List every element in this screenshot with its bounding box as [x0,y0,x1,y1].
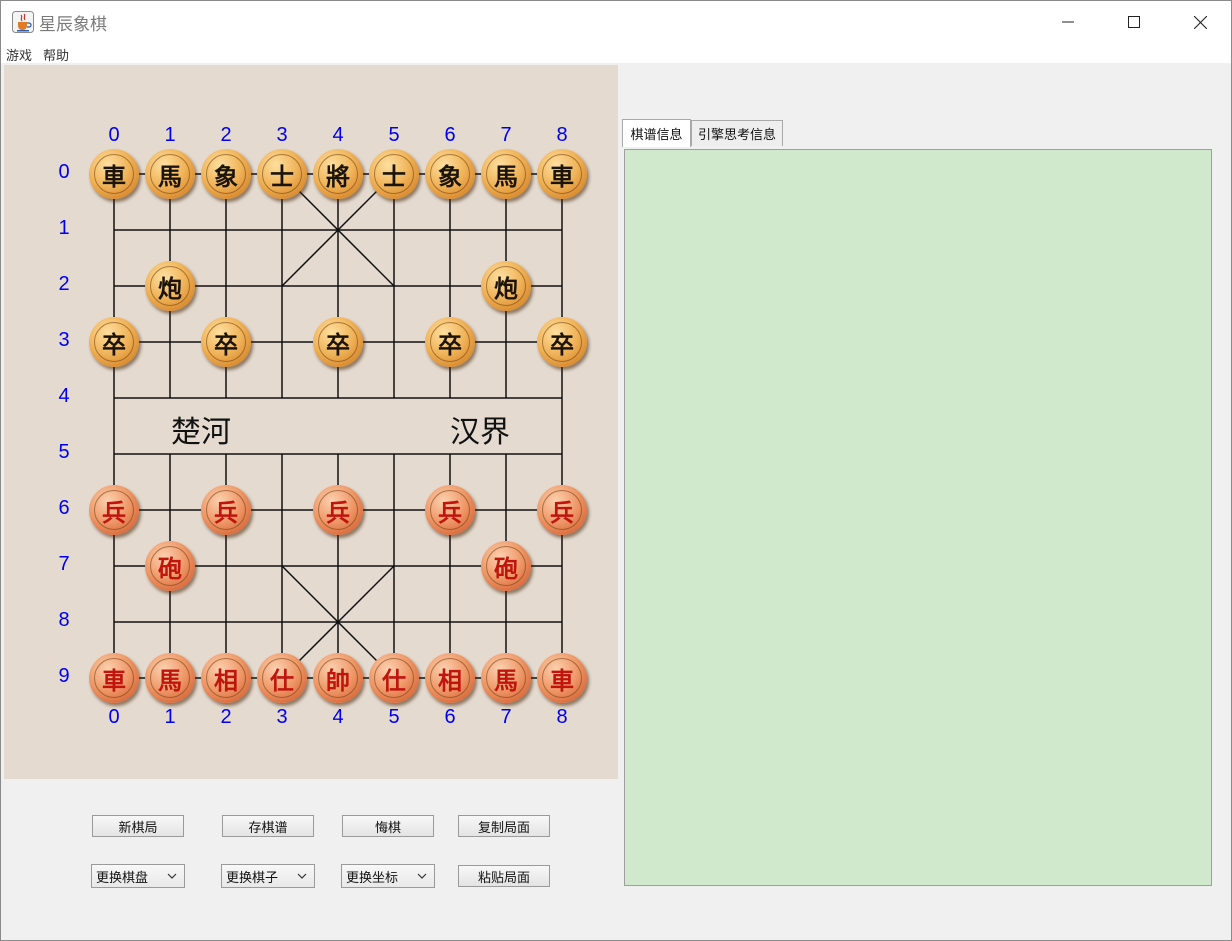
minimize-button[interactable] [1035,1,1101,43]
col-label-bottom: 6 [444,706,456,728]
col-label-bottom: 7 [500,706,512,728]
row-label: 4 [58,385,70,407]
piece-black[interactable]: 士 [369,149,419,199]
row-label: 0 [58,161,70,183]
title-bar[interactable]: 星辰象棋 [1,1,1231,43]
piece-red[interactable]: 相 [425,653,475,703]
change-pieces-label: 更换棋子 [226,870,279,886]
row-label: 2 [58,273,70,295]
piece-black[interactable]: 卒 [537,317,587,367]
paste-position-button[interactable]: 粘贴局面 [458,865,550,887]
piece-red[interactable]: 兵 [537,485,587,535]
maximize-button[interactable] [1101,1,1167,43]
piece-red[interactable]: 仕 [369,653,419,703]
piece-red[interactable]: 兵 [201,485,251,535]
col-label-bottom: 1 [164,706,176,728]
piece-black[interactable]: 馬 [145,149,195,199]
change-coords-select[interactable]: 更换坐标 [341,864,435,888]
col-label-bottom: 2 [220,706,232,728]
col-label-top: 0 [108,124,120,146]
maximize-icon [1128,16,1140,28]
piece-red[interactable]: 車 [89,653,139,703]
piece-black[interactable]: 象 [425,149,475,199]
piece-red[interactable]: 兵 [425,485,475,535]
piece-black[interactable]: 卒 [313,317,363,367]
piece-black[interactable]: 卒 [201,317,251,367]
change-board-label: 更换棋盘 [96,870,149,886]
piece-red[interactable]: 馬 [481,653,531,703]
chevron-down-icon [167,873,177,879]
piece-red[interactable]: 兵 [89,485,139,535]
piece-black[interactable]: 卒 [89,317,139,367]
row-label: 5 [58,441,70,463]
change-pieces-select[interactable]: 更换棋子 [221,864,315,888]
piece-black[interactable]: 卒 [425,317,475,367]
col-label-top: 8 [556,124,568,146]
row-label: 1 [58,217,70,239]
window-title: 星辰象棋 [39,15,107,35]
piece-black[interactable]: 象 [201,149,251,199]
col-label-top: 5 [388,124,400,146]
piece-red[interactable]: 車 [537,653,587,703]
piece-black[interactable]: 車 [537,149,587,199]
app-window: 星辰象棋 游戏 帮助 楚河 汉界 0 0 1 1 2 2 3 3 4 4 5 5 6 6 7 7 8 8 0 1 2 3 4… [0,0,1232,941]
chevron-down-icon [297,873,307,879]
tab-engine-info[interactable]: 引擎思考信息 [691,120,783,146]
menu-bar: 游戏 帮助 [1,43,1231,64]
col-label-top: 4 [332,124,344,146]
new-game-button[interactable]: 新棋局 [92,815,184,837]
piece-black[interactable]: 馬 [481,149,531,199]
piece-red[interactable]: 砲 [145,541,195,591]
col-label-bottom: 8 [556,706,568,728]
piece-black[interactable]: 車 [89,149,139,199]
menu-game[interactable]: 游戏 [6,45,32,64]
piece-red[interactable]: 砲 [481,541,531,591]
piece-black[interactable]: 將 [313,149,363,199]
row-label: 8 [58,609,70,631]
piece-black[interactable]: 炮 [145,261,195,311]
close-icon [1193,15,1207,29]
row-label: 6 [58,497,70,519]
close-button[interactable] [1167,1,1232,43]
col-label-top: 2 [220,124,232,146]
piece-black[interactable]: 士 [257,149,307,199]
java-cup-icon [12,11,34,33]
piece-red[interactable]: 馬 [145,653,195,703]
copy-position-button[interactable]: 复制局面 [458,815,550,837]
piece-red[interactable]: 兵 [313,485,363,535]
piece-red[interactable]: 仕 [257,653,307,703]
col-label-top: 3 [276,124,288,146]
row-label: 3 [58,329,70,351]
col-label-top: 6 [444,124,456,146]
piece-red[interactable]: 相 [201,653,251,703]
col-label-bottom: 3 [276,706,288,728]
river-label-chu: 楚河 [171,415,231,450]
col-label-top: 7 [500,124,512,146]
tab-game-record[interactable]: 棋谱信息 [622,119,691,147]
chevron-down-icon [417,873,427,879]
menu-help[interactable]: 帮助 [43,45,69,64]
col-label-bottom: 0 [108,706,120,728]
piece-black[interactable]: 炮 [481,261,531,311]
change-board-select[interactable]: 更换棋盘 [91,864,185,888]
col-label-bottom: 5 [388,706,400,728]
game-record-panel[interactable] [624,149,1212,886]
change-coords-label: 更换坐标 [346,870,399,886]
save-record-button[interactable]: 存棋谱 [222,815,314,837]
piece-red[interactable]: 帥 [313,653,363,703]
col-label-bottom: 4 [332,706,344,728]
row-label: 7 [58,553,70,575]
row-label: 9 [58,665,70,687]
undo-button[interactable]: 悔棋 [342,815,434,837]
river-label-han: 汉界 [450,415,510,450]
chess-board[interactable]: 楚河 汉界 0011223344556677880123456789 車馬象士將… [4,65,618,779]
col-label-top: 1 [164,124,176,146]
minimize-icon [1062,21,1074,23]
